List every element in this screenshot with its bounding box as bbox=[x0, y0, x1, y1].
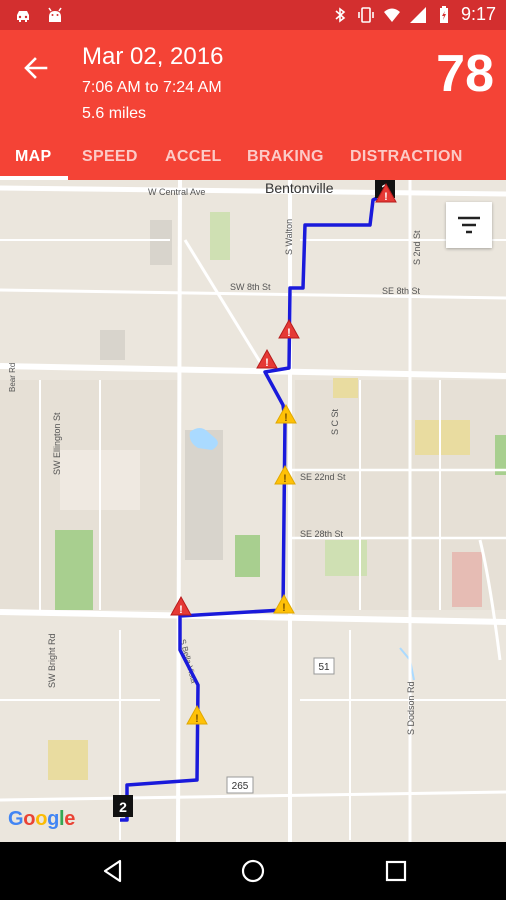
svg-text:!: ! bbox=[265, 357, 269, 369]
battery-icon bbox=[439, 5, 448, 23]
tab-speed[interactable]: SPEED bbox=[82, 148, 138, 166]
label-se-8th: SE 8th St bbox=[382, 286, 421, 296]
label-central-ave: W Central Ave bbox=[148, 187, 205, 197]
svg-text:!: ! bbox=[283, 473, 287, 485]
wifi-icon bbox=[383, 8, 400, 22]
tab-distraction[interactable]: DISTRACTION bbox=[350, 148, 463, 166]
trip-map[interactable]: W Central Ave Bentonville SW 8th St SE 8… bbox=[0, 180, 506, 842]
label-se-22nd: SE 22nd St bbox=[300, 472, 346, 482]
svg-text:!: ! bbox=[384, 191, 388, 203]
bluetooth-icon bbox=[335, 6, 346, 23]
tab-map[interactable]: MAP bbox=[15, 148, 51, 166]
tab-accel[interactable]: ACCEL bbox=[165, 148, 222, 166]
svg-text:!: ! bbox=[282, 602, 286, 614]
label-s-dodson: S Dodson Rd bbox=[406, 681, 416, 735]
label-bear-rd: Bear Rd bbox=[8, 363, 17, 392]
trip-distance: 5.6 miles bbox=[82, 105, 147, 122]
svg-text:265: 265 bbox=[232, 781, 249, 792]
svg-text:51: 51 bbox=[318, 662, 330, 673]
svg-text:!: ! bbox=[195, 713, 199, 725]
back-nav-icon[interactable] bbox=[100, 858, 126, 884]
status-time: 9:17 bbox=[460, 4, 496, 24]
hwy-51-shield: 51 bbox=[313, 657, 335, 675]
label-sw-ellington: SW Ellington St bbox=[52, 412, 62, 475]
svg-text:2: 2 bbox=[119, 799, 127, 815]
home-nav-icon[interactable] bbox=[240, 858, 266, 884]
tab-braking[interactable]: BRAKING bbox=[247, 148, 324, 166]
map-canvas[interactable]: W Central Ave Bentonville SW 8th St SE 8… bbox=[0, 180, 506, 842]
hwy-265-shield: 265 bbox=[226, 776, 254, 794]
filter-icon bbox=[458, 216, 480, 234]
google-logo: Google bbox=[8, 808, 76, 830]
svg-text:!: ! bbox=[287, 327, 291, 339]
label-sw-bright: SW Bright Rd bbox=[47, 633, 57, 688]
back-arrow-icon[interactable] bbox=[18, 50, 54, 86]
tab-bar: MAP SPEED ACCEL BRAKING DISTRACTION bbox=[0, 140, 506, 180]
label-s-2nd: S 2nd St bbox=[412, 230, 422, 265]
route-end-marker[interactable]: 2 bbox=[113, 795, 133, 817]
car-icon bbox=[17, 11, 29, 22]
svg-text:!: ! bbox=[179, 604, 183, 616]
system-nav-bar bbox=[0, 842, 506, 900]
trip-date: Mar 02, 2016 bbox=[82, 43, 224, 70]
android-icon bbox=[48, 7, 62, 22]
filter-button[interactable] bbox=[446, 202, 492, 248]
trip-time-range: 7:06 AM to 7:24 AM bbox=[82, 79, 222, 96]
trip-score: 78 bbox=[436, 45, 494, 103]
label-s-c: S C St bbox=[330, 408, 340, 435]
svg-text:!: ! bbox=[284, 412, 288, 424]
vibrate-icon bbox=[358, 6, 374, 23]
label-city: Bentonville bbox=[265, 180, 334, 196]
label-sw-8th: SW 8th St bbox=[230, 282, 271, 292]
signal-icon bbox=[409, 6, 426, 23]
label-s-walton: S Walton bbox=[284, 219, 294, 255]
status-bar: 9:17 bbox=[0, 0, 506, 30]
trip-header: Mar 02, 2016 7:06 AM to 7:24 AM 5.6 mile… bbox=[0, 30, 506, 180]
recents-nav-icon[interactable] bbox=[383, 858, 409, 884]
label-se-28th: SE 28th St bbox=[300, 529, 344, 539]
